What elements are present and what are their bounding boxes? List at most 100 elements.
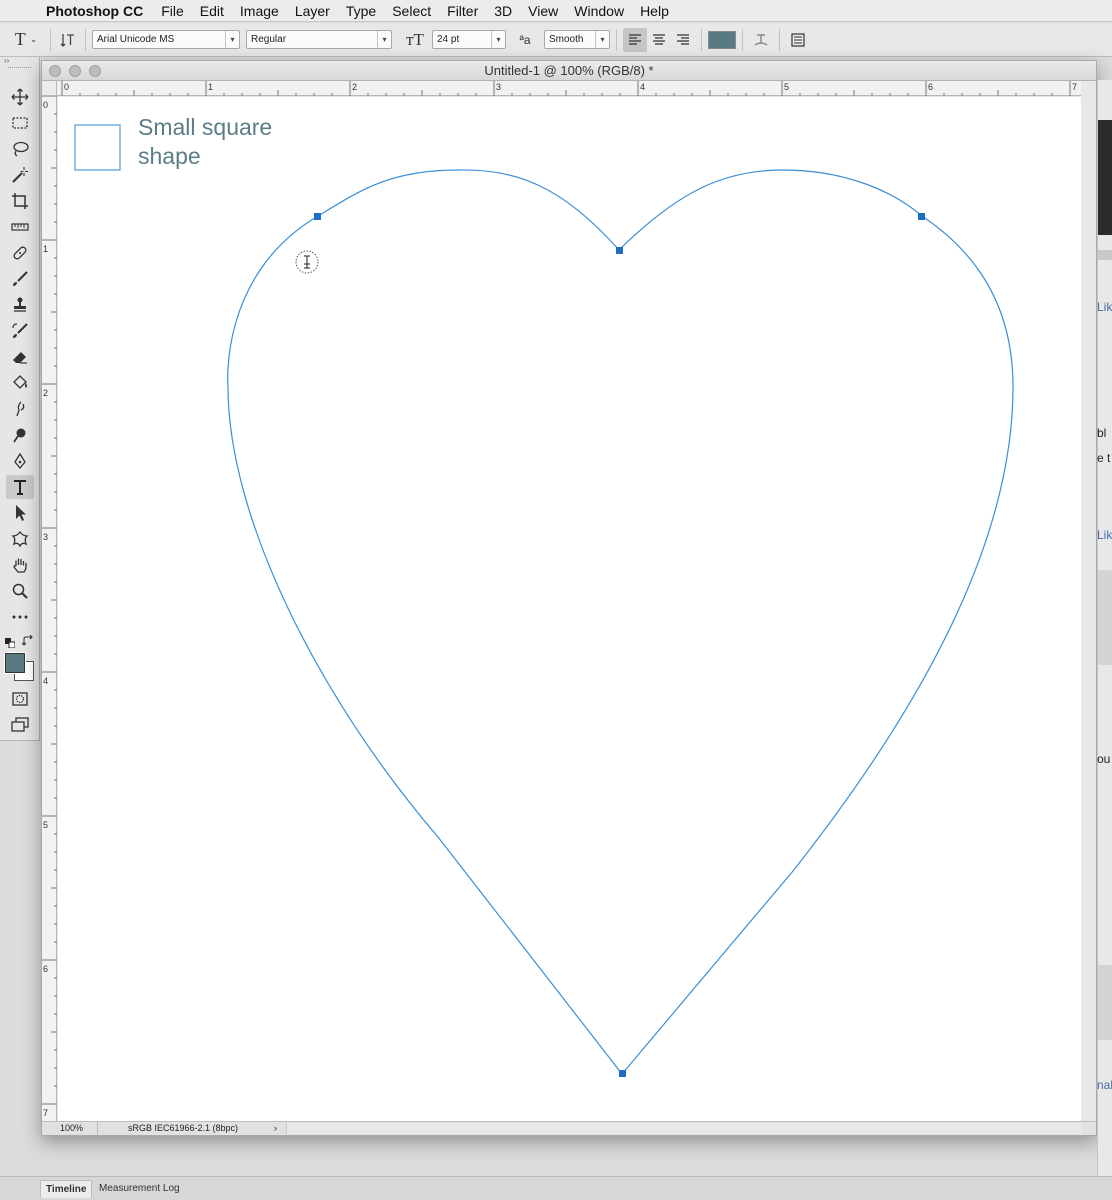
vertical-scrollbar[interactable] bbox=[1081, 81, 1096, 1121]
crop-icon bbox=[12, 193, 28, 209]
stamp-tool[interactable] bbox=[6, 293, 34, 317]
minimize-icon[interactable] bbox=[69, 65, 81, 77]
move-tool[interactable] bbox=[6, 85, 34, 109]
close-icon[interactable] bbox=[49, 65, 61, 77]
screen-mode-button[interactable] bbox=[6, 713, 34, 737]
align-left-button[interactable] bbox=[623, 27, 647, 52]
anti-alias-value: Smooth bbox=[549, 34, 584, 45]
menu-window[interactable]: Window bbox=[566, 3, 632, 19]
text-color-swatch[interactable] bbox=[708, 30, 736, 49]
history-brush-tool[interactable] bbox=[6, 319, 34, 343]
heart-path[interactable] bbox=[227, 169, 1014, 1075]
divider bbox=[701, 28, 702, 51]
toggle-orientation-button[interactable] bbox=[57, 32, 79, 48]
anchor-point[interactable] bbox=[918, 213, 925, 220]
align-right-button[interactable] bbox=[671, 28, 695, 52]
eraser-tool[interactable] bbox=[6, 345, 34, 369]
path-selection-tool[interactable] bbox=[6, 501, 34, 525]
menu-file[interactable]: File bbox=[153, 3, 192, 19]
panel-grip[interactable] bbox=[8, 67, 31, 75]
warp-text-button[interactable] bbox=[749, 32, 773, 48]
magic-wand-tool[interactable] bbox=[6, 163, 34, 187]
lasso-tool[interactable] bbox=[6, 137, 34, 161]
divider bbox=[616, 28, 617, 51]
canvas-text-label[interactable]: Small square shape bbox=[138, 113, 272, 171]
align-right-icon bbox=[677, 33, 689, 45]
tab-timeline[interactable]: Timeline bbox=[40, 1180, 93, 1198]
default-colors-icon[interactable] bbox=[5, 635, 16, 649]
chevron-down-icon: ▾ bbox=[225, 31, 239, 48]
anti-alias-select[interactable]: Smooth ▾ bbox=[544, 30, 610, 49]
align-center-button[interactable] bbox=[647, 28, 671, 52]
horizontal-ruler[interactable]: 0 1 2 3 4 5 6 7 bbox=[57, 81, 1081, 96]
hand-tool[interactable] bbox=[6, 553, 34, 577]
font-family-value: Arial Unicode MS bbox=[97, 34, 175, 45]
anchor-point[interactable] bbox=[619, 1070, 626, 1077]
divider bbox=[85, 28, 86, 51]
app-name-menu[interactable]: Photoshop CC bbox=[38, 3, 153, 19]
zoom-window-icon[interactable] bbox=[89, 65, 101, 77]
menu-type[interactable]: Type bbox=[338, 3, 384, 19]
bandage-icon bbox=[13, 246, 27, 260]
crop-tool[interactable] bbox=[6, 189, 34, 213]
foreground-color-swatch[interactable] bbox=[4, 652, 26, 674]
anchor-point[interactable] bbox=[314, 213, 321, 220]
swap-colors-icon[interactable] bbox=[21, 634, 34, 646]
chevron-down-icon: ▾ bbox=[491, 31, 505, 48]
right-panel-fragment[interactable]: Lik bbox=[1097, 528, 1112, 542]
right-panel-fragment: ou bbox=[1097, 752, 1111, 766]
anchor-point[interactable] bbox=[616, 247, 623, 254]
zoom-level-field[interactable]: 100% bbox=[42, 1122, 98, 1135]
zoom-icon bbox=[12, 583, 28, 599]
type-tool[interactable] bbox=[6, 475, 34, 499]
menu-help[interactable]: Help bbox=[632, 3, 677, 19]
font-size-select[interactable]: 24 pt ▾ bbox=[432, 30, 506, 49]
align-center-icon bbox=[653, 33, 665, 45]
canvas[interactable]: Small square shape bbox=[58, 97, 1082, 1121]
right-panel-fragment[interactable]: nal bbox=[1097, 1078, 1112, 1092]
menu-edit[interactable]: Edit bbox=[192, 3, 232, 19]
brush-tool[interactable] bbox=[6, 267, 34, 291]
horizontal-scrollbar[interactable] bbox=[286, 1123, 1082, 1134]
character-panel-button[interactable] bbox=[786, 32, 810, 48]
ruler-label: 7 bbox=[1072, 82, 1077, 92]
paint-bucket-tool[interactable] bbox=[6, 371, 34, 395]
more-tools[interactable] bbox=[6, 605, 34, 629]
menu-filter[interactable]: Filter bbox=[439, 3, 486, 19]
dodge-tool[interactable] bbox=[6, 423, 34, 447]
menu-view[interactable]: View bbox=[520, 3, 566, 19]
menu-select[interactable]: Select bbox=[384, 3, 439, 19]
small-square-shape[interactable] bbox=[74, 124, 121, 171]
custom-shape-tool[interactable] bbox=[6, 527, 34, 551]
menu-image[interactable]: Image bbox=[232, 3, 287, 19]
panel-block bbox=[1098, 965, 1112, 1040]
pen-tool[interactable] bbox=[6, 449, 34, 473]
smudge-tool[interactable] bbox=[6, 397, 34, 421]
zoom-tool[interactable] bbox=[6, 579, 34, 603]
tab-measurement-log[interactable]: Measurement Log bbox=[94, 1180, 185, 1198]
canvas-artwork bbox=[74, 124, 1014, 1077]
quick-mask-icon bbox=[12, 692, 28, 706]
tool-preset-picker[interactable]: T ⌄ bbox=[0, 29, 44, 50]
ellipsis-icon bbox=[12, 615, 28, 619]
vertical-ruler[interactable]: 0 1 2 3 4 5 6 7 bbox=[42, 95, 57, 1123]
right-panel-fragment[interactable]: Lik bbox=[1097, 300, 1112, 314]
status-bar: 100% sRGB IEC61966-2.1 (8bpc) › bbox=[42, 1121, 1096, 1135]
font-size-value: 24 pt bbox=[437, 34, 460, 45]
marquee-tool[interactable] bbox=[6, 111, 34, 135]
font-style-select[interactable]: Regular ▾ bbox=[246, 30, 392, 49]
chevron-down-icon: ▾ bbox=[377, 31, 391, 48]
document-titlebar[interactable]: Untitled-1 @ 100% (RGB/8) * bbox=[42, 61, 1096, 81]
menu-3d[interactable]: 3D bbox=[486, 3, 520, 19]
collapse-icon[interactable]: ›› bbox=[0, 57, 39, 65]
ruler-origin[interactable] bbox=[42, 81, 57, 96]
font-family-select[interactable]: Arial Unicode MS ▾ bbox=[92, 30, 240, 49]
tools-panel: ›› bbox=[0, 57, 40, 741]
options-bar: T ⌄ Arial Unicode MS ▾ Regular ▾ ᴛT 24 pt… bbox=[0, 23, 1112, 57]
menu-layer[interactable]: Layer bbox=[287, 3, 338, 19]
quick-mask-button[interactable] bbox=[6, 687, 34, 711]
photoshop-app: Photoshop CC File Edit Image Layer Type … bbox=[0, 0, 1112, 1200]
status-menu-arrow[interactable]: › bbox=[274, 1122, 277, 1135]
ruler-tool[interactable] bbox=[6, 215, 34, 239]
healing-tool[interactable] bbox=[6, 241, 34, 265]
